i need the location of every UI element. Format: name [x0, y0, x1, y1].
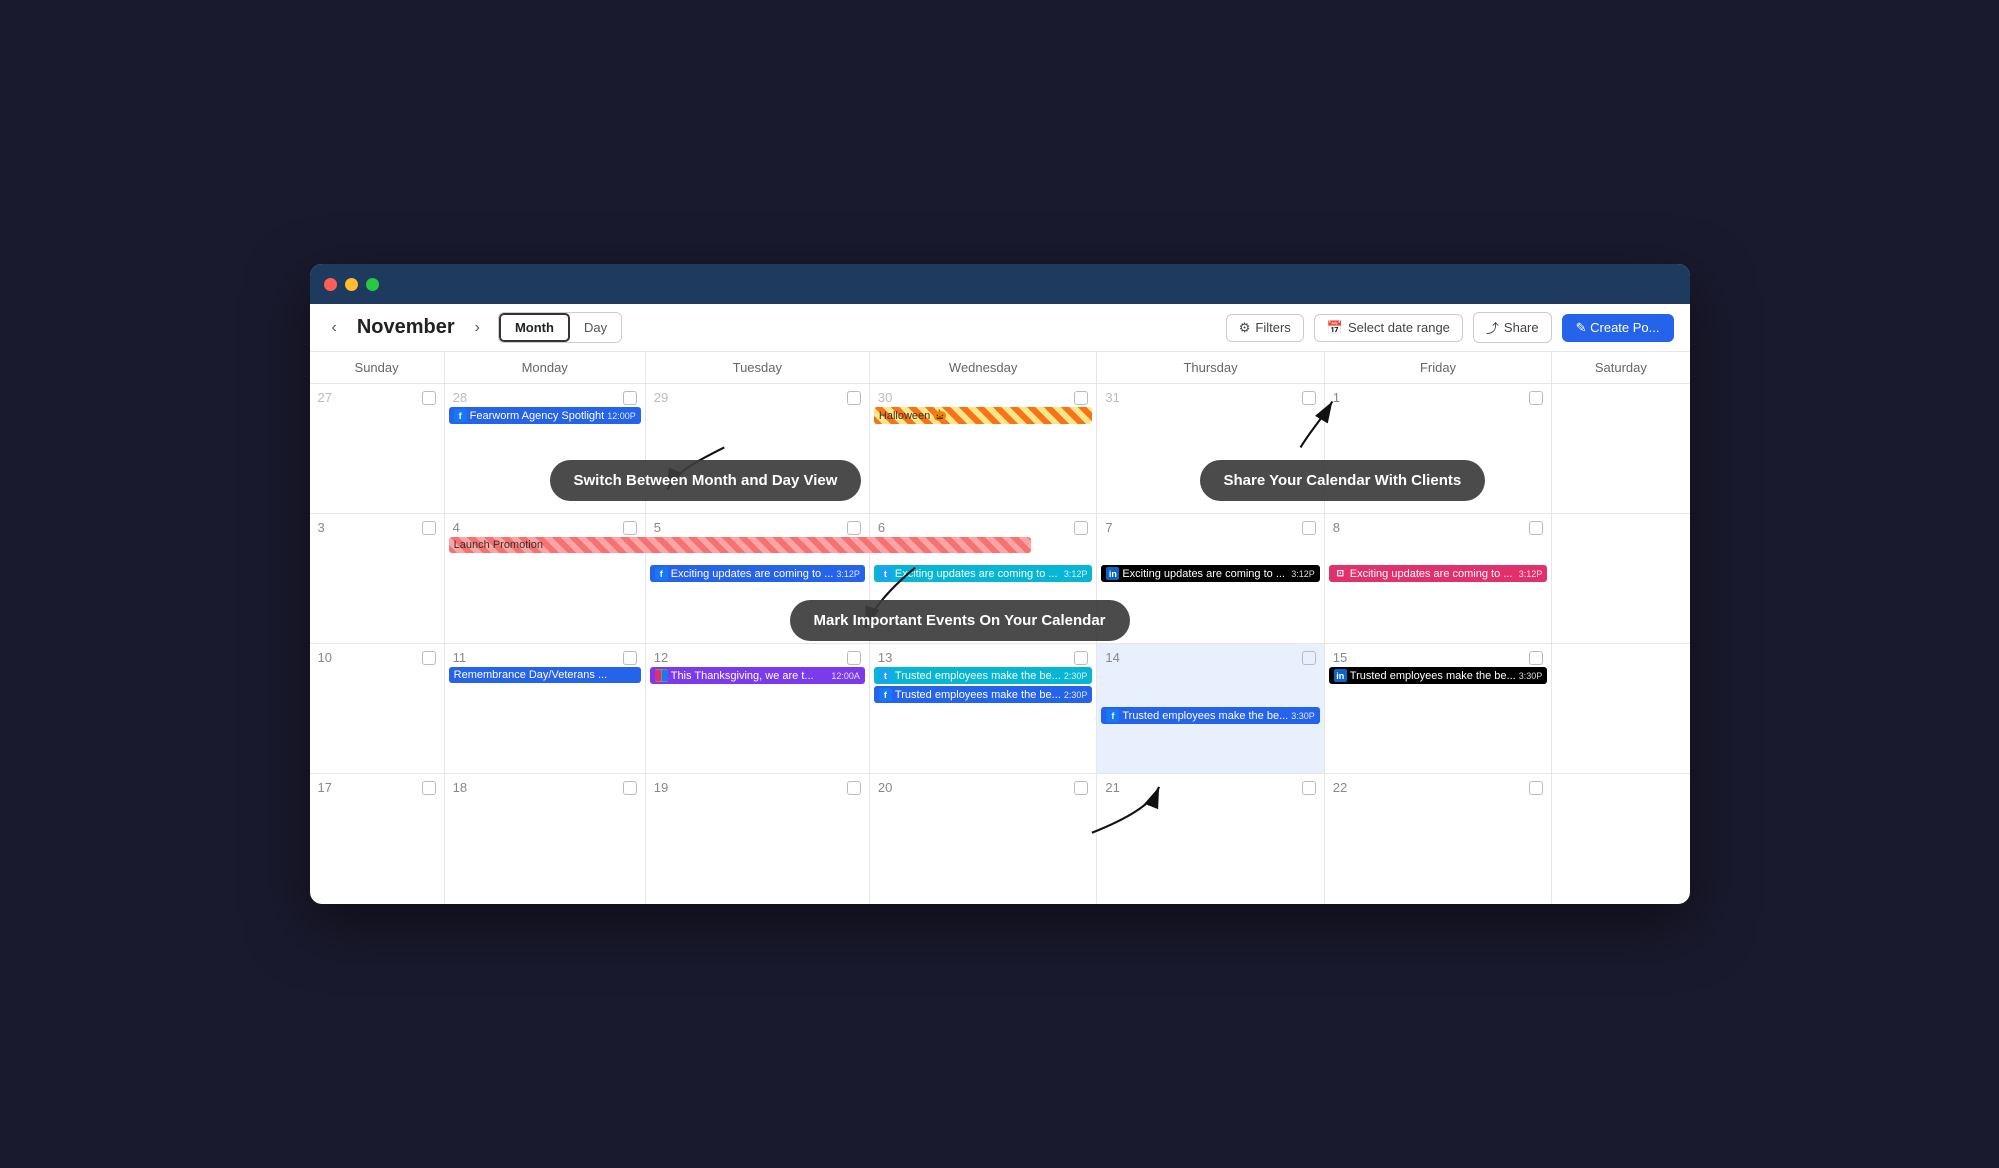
facebook-icon: f: [879, 688, 892, 701]
day-19[interactable]: 19: [645, 774, 869, 904]
day-sat-3[interactable]: [1552, 644, 1690, 774]
day-31[interactable]: 31: [1097, 384, 1324, 514]
header-monday: Monday: [444, 352, 645, 384]
day-10[interactable]: 10: [310, 644, 445, 774]
week-row-3: 10 11 Remembrance Day/Veterans ... 12: [310, 644, 1690, 774]
facebook-icon: f: [1106, 709, 1119, 722]
toolbar: ‹ November › Month Day ⚙ Filters 📅 Selec…: [310, 304, 1690, 352]
calendar-wrapper: Sunday Monday Tuesday Wednesday Thursday…: [310, 352, 1690, 904]
filters-button[interactable]: ⚙ Filters: [1226, 314, 1304, 342]
day-6[interactable]: 6 t Exciting updates are coming to ... 3…: [869, 514, 1096, 644]
event-halloween[interactable]: Halloween 🎃: [874, 407, 1092, 424]
twitter-icon: t: [879, 669, 892, 682]
maximize-dot[interactable]: [366, 278, 379, 291]
day-15[interactable]: 15 in Trusted employees make the be... 3…: [1324, 644, 1551, 774]
header-saturday: Saturday: [1552, 352, 1690, 384]
day-7[interactable]: 7 in Exciting updates are coming to ... …: [1097, 514, 1324, 644]
day-sat-2[interactable]: [1552, 514, 1690, 644]
day-3[interactable]: 3: [310, 514, 445, 644]
event-fb-trusted-13[interactable]: f Trusted employees make the be... 2:30P: [874, 686, 1092, 703]
create-button[interactable]: ✎ Create Po...: [1562, 314, 1674, 342]
event-li-updates-7[interactable]: in Exciting updates are coming to ... 3:…: [1101, 565, 1319, 582]
calendar-icon: 📅: [1327, 320, 1343, 336]
app-window: ‹ November › Month Day ⚙ Filters 📅 Selec…: [310, 264, 1690, 904]
header-friday: Friday: [1324, 352, 1551, 384]
event-remembrance[interactable]: Remembrance Day/Veterans ...: [449, 667, 641, 683]
day-22[interactable]: 22: [1324, 774, 1551, 904]
header-tuesday: Tuesday: [645, 352, 869, 384]
day-5[interactable]: 5 f Exciting updates are coming to ... 3…: [645, 514, 869, 644]
instagram-icon: ⊡: [1334, 567, 1347, 580]
nav-arrows: ‹ November ›: [326, 316, 486, 339]
month-title: November: [357, 316, 455, 339]
day-headers-row: Sunday Monday Tuesday Wednesday Thursday…: [310, 352, 1690, 384]
day-13[interactable]: 13 t Trusted employees make the be... 2:…: [869, 644, 1096, 774]
event-fearworm[interactable]: f Fearworm Agency Spotlight 12:00P: [449, 407, 641, 424]
event-li-trusted-15[interactable]: in Trusted employees make the be... 3:30…: [1329, 667, 1547, 684]
week-row-1: 27 28 f Fearworm Agency Spotlight 12:00P…: [310, 384, 1690, 514]
view-toggle: Month Day: [498, 312, 622, 343]
close-dot[interactable]: [324, 278, 337, 291]
day-1[interactable]: 1: [1324, 384, 1551, 514]
linkedin-icon: in: [1106, 567, 1119, 580]
facebook-icon: f: [454, 409, 467, 422]
day-27[interactable]: 27: [310, 384, 445, 514]
next-month-button[interactable]: ›: [469, 317, 486, 339]
day-sat-1[interactable]: [1552, 384, 1690, 514]
day-28[interactable]: 28 f Fearworm Agency Spotlight 12:00P: [444, 384, 645, 514]
calendar-table: Sunday Monday Tuesday Wednesday Thursday…: [310, 352, 1690, 904]
day-21[interactable]: 21: [1097, 774, 1324, 904]
header-sunday: Sunday: [310, 352, 445, 384]
linkedin-icon: in: [1334, 669, 1347, 682]
multi-icon: [655, 669, 668, 682]
event-launch[interactable]: Launch Promotion: [449, 537, 1031, 553]
event-tw-updates-6[interactable]: t Exciting updates are coming to ... 3:1…: [874, 565, 1092, 582]
day-29[interactable]: 29: [645, 384, 869, 514]
titlebar: [310, 264, 1690, 304]
day-11[interactable]: 11 Remembrance Day/Veterans ...: [444, 644, 645, 774]
date-range-button[interactable]: 📅 Select date range: [1314, 314, 1463, 342]
header-wednesday: Wednesday: [869, 352, 1096, 384]
share-icon: ⤴: [1486, 318, 1499, 337]
month-view-button[interactable]: Month: [499, 313, 570, 342]
day-4[interactable]: 4 Launch Promotion: [444, 514, 645, 644]
day-20[interactable]: 20: [869, 774, 1096, 904]
day-sat-4[interactable]: [1552, 774, 1690, 904]
day-14-today[interactable]: 14 f Trusted employees make the be... 3:…: [1097, 644, 1324, 774]
day-8[interactable]: 8 ⊡ Exciting updates are coming to ... 3…: [1324, 514, 1551, 644]
filter-icon: ⚙: [1239, 320, 1251, 336]
share-button[interactable]: ⤴ Share: [1473, 312, 1552, 343]
prev-month-button[interactable]: ‹: [326, 317, 343, 339]
minimize-dot[interactable]: [345, 278, 358, 291]
twitter-icon: t: [879, 567, 892, 580]
event-fb-trusted-14[interactable]: f Trusted employees make the be... 3:30P: [1101, 707, 1319, 724]
header-thursday: Thursday: [1097, 352, 1324, 384]
event-fb-updates-5[interactable]: f Exciting updates are coming to ... 3:1…: [650, 565, 865, 582]
week-row-2: 3 4 Launch Promotion 5 f Excitin: [310, 514, 1690, 644]
toolbar-right: ⚙ Filters 📅 Select date range ⤴ Share ✎ …: [1226, 312, 1674, 343]
day-30[interactable]: 30 Halloween 🎃: [869, 384, 1096, 514]
facebook-icon: f: [655, 567, 668, 580]
event-ig-updates-8[interactable]: ⊡ Exciting updates are coming to ... 3:1…: [1329, 565, 1547, 582]
day-17[interactable]: 17: [310, 774, 445, 904]
day-12[interactable]: 12 This Thanksgiving, we are t... 12:00A: [645, 644, 869, 774]
day-view-button[interactable]: Day: [570, 313, 621, 342]
event-thanksgiving[interactable]: This Thanksgiving, we are t... 12:00A: [650, 667, 865, 684]
day-18[interactable]: 18: [444, 774, 645, 904]
week-row-4: 17 18 19 20 21 22: [310, 774, 1690, 904]
event-tw-trusted-13[interactable]: t Trusted employees make the be... 2:30P: [874, 667, 1092, 684]
